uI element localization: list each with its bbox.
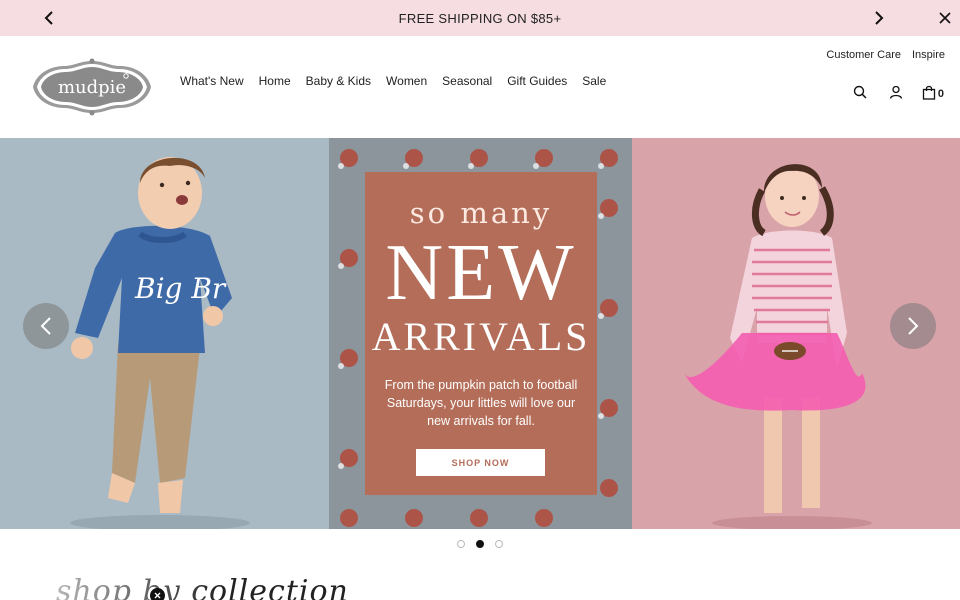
carousel-dot-1[interactable]: [457, 540, 465, 548]
promo-headline-medium: ARRIVALS: [371, 314, 591, 359]
nav-item-women[interactable]: Women: [386, 74, 427, 88]
hero-promo-panel: so many NEW ARRIVALS From the pumpkin pa…: [329, 138, 632, 529]
promo-body-text: From the pumpkin patch to football Satur…: [384, 378, 578, 428]
utility-links: Customer Care Inspire: [826, 49, 945, 61]
search-icon: [853, 85, 867, 99]
promo-box: so many NEW ARRIVALS From the pumpkin pa…: [365, 172, 597, 495]
promo-headline-large: NEW: [385, 229, 577, 317]
announcement-text[interactable]: FREE SHIPPING ON $85+: [399, 11, 562, 26]
cart-button[interactable]: 0: [922, 85, 944, 100]
nav-item-sale[interactable]: Sale: [582, 74, 606, 88]
customer-care-link[interactable]: Customer Care: [826, 49, 901, 61]
announcement-prev-button[interactable]: [34, 0, 64, 36]
close-icon: [154, 592, 161, 599]
shopping-bag-icon: [922, 85, 936, 100]
hero-banner[interactable]: Big Br so many NEW ARRIVALS From the pum…: [0, 138, 960, 529]
nav-item-seasonal[interactable]: Seasonal: [442, 74, 492, 88]
header-icons: 0: [850, 82, 944, 102]
chevron-right-icon: [908, 317, 919, 335]
site-header: mudpie What's New Home Baby & Kids Women…: [0, 36, 960, 138]
account-button[interactable]: [886, 82, 906, 102]
close-icon: [939, 12, 951, 24]
nav-item-whats-new[interactable]: What's New: [180, 74, 244, 88]
chevron-left-icon: [44, 11, 53, 25]
announcement-next-button[interactable]: [864, 0, 894, 36]
announcement-close-button[interactable]: [930, 0, 960, 36]
carousel-dot-3[interactable]: [495, 540, 503, 548]
section-heading: shop by collection: [56, 574, 349, 600]
brand-logo[interactable]: mudpie: [30, 58, 154, 116]
hero-prev-button[interactable]: [23, 303, 69, 349]
carousel-dot-2[interactable]: [476, 540, 484, 548]
promo-headline-small: so many: [409, 196, 553, 230]
chevron-right-icon: [875, 11, 884, 25]
hero-next-button[interactable]: [890, 303, 936, 349]
nav-item-home[interactable]: Home: [259, 74, 291, 88]
chevron-left-icon: [40, 317, 51, 335]
cart-count: 0: [937, 87, 944, 100]
popup-close-button[interactable]: [150, 588, 165, 600]
announcement-bar: FREE SHIPPING ON $85+: [0, 0, 960, 36]
main-nav: What's New Home Baby & Kids Women Season…: [180, 74, 606, 88]
sweater-text: Big Br: [134, 272, 227, 305]
nav-item-baby-kids[interactable]: Baby & Kids: [306, 74, 371, 88]
user-icon: [889, 85, 903, 99]
logo-text: mudpie: [58, 77, 126, 98]
inspire-link[interactable]: Inspire: [912, 49, 945, 61]
nav-item-gift-guides[interactable]: Gift Guides: [507, 74, 567, 88]
mudpie-logo: mudpie: [33, 58, 151, 116]
shop-now-button[interactable]: SHOP NOW: [416, 449, 545, 476]
carousel-dots: [0, 540, 960, 548]
search-button[interactable]: [850, 82, 870, 102]
